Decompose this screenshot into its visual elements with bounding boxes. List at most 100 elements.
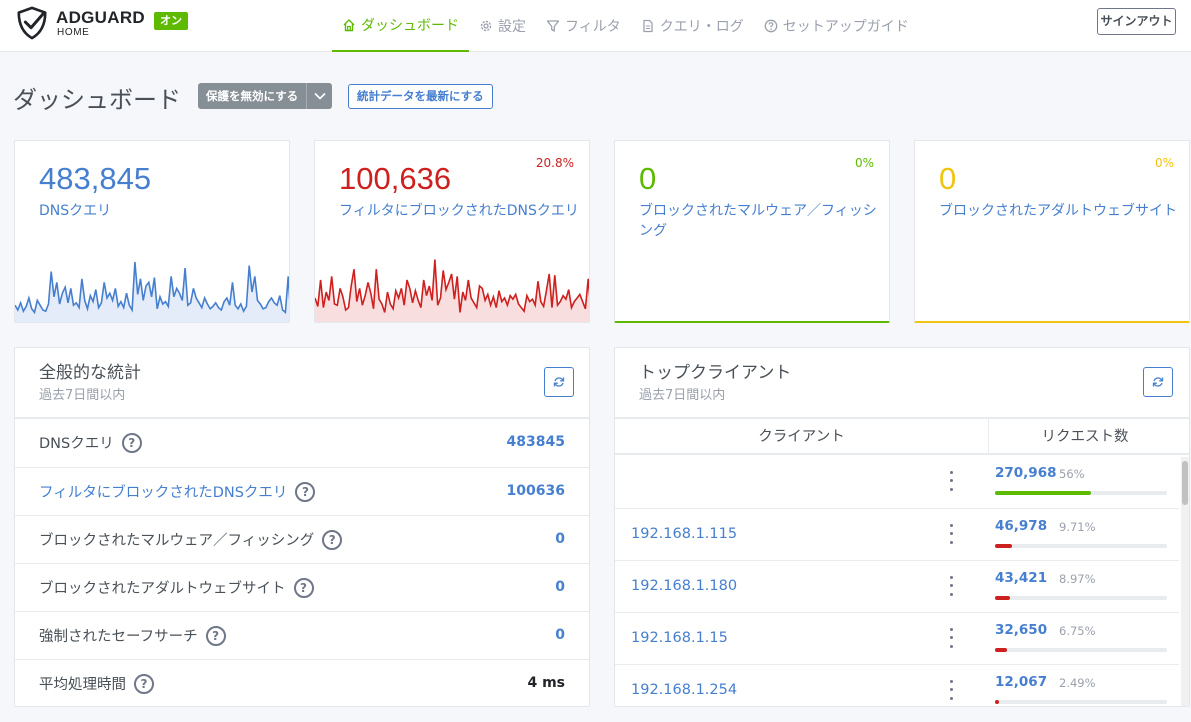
row-value[interactable]: 0 xyxy=(555,627,565,643)
panel-subtitle: 過去7日間以内 xyxy=(39,388,126,403)
row-label: DNSクエリ xyxy=(39,436,114,452)
row-label: ブロックされたマルウェア／フィッシング xyxy=(39,533,315,549)
general-stats-panel: 全般的な統計 過去7日間以内 DNSクエリ? 483845 フィルタにブロックさ… xyxy=(14,347,590,707)
nav-query-log[interactable]: クエリ・ログ xyxy=(631,0,754,52)
nav-settings-label: 設定 xyxy=(498,19,526,35)
row-menu-icon[interactable] xyxy=(947,625,955,651)
stat-label: ブロックされたマルウェア／フィッシング xyxy=(639,203,877,239)
client-row: 192.168.1.180 43,421 8.97% xyxy=(615,560,1179,612)
nav-filters-label: フィルタ xyxy=(565,19,621,35)
client-percent: 8.97% xyxy=(1059,572,1096,586)
stat-card-blocked: 20.8% 100,636 フィルタにブロックされたDNSクエリ xyxy=(314,140,590,323)
stat-value: 0 xyxy=(939,161,957,196)
help-icon[interactable]: ? xyxy=(121,432,142,453)
row-menu-icon[interactable] xyxy=(947,521,955,547)
help-icon[interactable]: ? xyxy=(295,481,316,502)
row-value: 4 ms xyxy=(527,675,565,691)
nav-setup-guide-label: セットアップガイド xyxy=(782,19,909,35)
general-row: ブロックされたマルウェア／フィッシング? 0 xyxy=(15,515,589,563)
nav-settings[interactable]: 設定 xyxy=(469,0,536,52)
stat-label: DNSクエリ xyxy=(39,203,112,219)
progress-fill xyxy=(995,491,1092,495)
scrollbar[interactable] xyxy=(1181,457,1189,706)
progress-fill xyxy=(995,648,1007,652)
nav-query-log-label: クエリ・ログ xyxy=(659,19,744,35)
protection-status-badge: オン xyxy=(154,12,188,30)
row-label: ブロックされたアダルトウェブサイト xyxy=(39,581,286,597)
refresh-clients-button[interactable] xyxy=(1143,367,1173,397)
help-icon[interactable]: ? xyxy=(293,577,314,598)
gear-icon xyxy=(480,20,492,32)
blocked-queries-sparkline xyxy=(315,259,589,322)
refresh-general-button[interactable] xyxy=(544,367,574,397)
dropdown-toggle[interactable] xyxy=(306,83,332,109)
client-count: 46,978 xyxy=(995,518,1048,534)
row-value[interactable]: 100636 xyxy=(507,483,565,499)
stat-value: 0 xyxy=(639,161,657,196)
progress-track xyxy=(995,596,1167,600)
client-ip[interactable]: 192.168.1.254 xyxy=(631,682,737,698)
row-menu-icon[interactable] xyxy=(947,468,955,494)
client-percent: 6.75% xyxy=(1059,624,1096,638)
client-percent: 9.71% xyxy=(1059,520,1096,534)
stat-label: フィルタにブロックされたDNSクエリ xyxy=(339,203,579,219)
panel-subtitle: 過去7日間以内 xyxy=(639,388,726,403)
signout-button[interactable]: サインアウト xyxy=(1097,8,1176,35)
disable-protection-label: 保護を無効にする xyxy=(206,89,299,103)
progress-fill xyxy=(995,544,1012,548)
stat-card-dns-queries: 483,845 DNSクエリ xyxy=(14,140,290,323)
top-header: ADGUARD HOME オン ダッシュボード 設定 フィルタ クエリ・ログ セ… xyxy=(0,0,1191,52)
row-menu-icon[interactable] xyxy=(947,573,955,599)
row-value[interactable]: 0 xyxy=(555,579,565,595)
row-label[interactable]: フィルタにブロックされたDNSクエリ xyxy=(39,481,287,502)
client-count: 32,650 xyxy=(995,622,1048,638)
help-icon[interactable]: ? xyxy=(205,625,226,646)
row-value[interactable]: 0 xyxy=(555,531,565,547)
refresh-icon xyxy=(1152,377,1164,387)
general-row: 強制されたセーフサーチ? 0 xyxy=(15,611,589,659)
general-row: ブロックされたアダルトウェブサイト? 0 xyxy=(15,563,589,611)
disable-protection-button[interactable]: 保護を無効にする xyxy=(198,83,333,109)
client-count: 43,421 xyxy=(995,570,1048,586)
brand-sub: HOME xyxy=(57,27,90,38)
column-requests[interactable]: リクエスト数 xyxy=(989,419,1181,455)
client-count: 270,968 xyxy=(995,465,1057,481)
client-row: 192.168.1.254 12,067 2.49% xyxy=(615,664,1179,706)
panel-title: トップクライアント xyxy=(639,363,792,383)
filter-icon xyxy=(546,20,560,32)
row-menu-icon[interactable] xyxy=(947,677,955,703)
client-percent: 2.49% xyxy=(1059,676,1096,690)
page-title: ダッシュボード xyxy=(13,86,181,114)
column-client[interactable]: クライアント xyxy=(615,419,989,455)
progress-track xyxy=(995,700,1167,704)
help-circle-icon xyxy=(764,19,778,33)
client-percent: 56% xyxy=(1059,467,1085,481)
adguard-shield-logo[interactable] xyxy=(14,6,50,40)
progress-track xyxy=(995,648,1167,652)
client-row: 192.168.1.15 32,650 6.75% xyxy=(615,612,1179,664)
stat-percent: 0% xyxy=(854,156,874,170)
nav-dashboard[interactable]: ダッシュボード xyxy=(332,0,469,52)
progress-fill xyxy=(995,596,1011,600)
row-label: 平均処理時間 xyxy=(39,677,126,693)
help-icon[interactable]: ? xyxy=(322,529,343,550)
progress-track xyxy=(995,544,1167,548)
refresh-stats-button[interactable]: 統計データを最新にする xyxy=(348,84,493,109)
progress-fill xyxy=(995,700,1000,704)
client-row: 270,968 56% xyxy=(615,456,1179,508)
client-ip[interactable]: 192.168.1.15 xyxy=(631,630,728,646)
client-ip[interactable]: 192.168.1.115 xyxy=(631,526,737,542)
nav-filters[interactable]: フィルタ xyxy=(536,0,631,52)
stat-percent: 0% xyxy=(1154,156,1174,170)
scrollbar-thumb[interactable] xyxy=(1182,461,1188,505)
nav-dashboard-label: ダッシュボード xyxy=(361,18,459,34)
help-icon[interactable]: ? xyxy=(134,673,154,694)
row-label: 強制されたセーフサーチ xyxy=(39,629,198,645)
client-ip[interactable]: 192.168.1.180 xyxy=(631,578,737,594)
row-value[interactable]: 483845 xyxy=(507,434,565,450)
stat-value: 483,845 xyxy=(39,161,152,196)
panel-title: 全般的な統計 xyxy=(39,363,141,383)
clients-table: クライアント リクエスト数 270,968 56% 192.168.1.115 … xyxy=(615,417,1189,706)
nav-setup-guide[interactable]: セットアップガイド xyxy=(754,0,919,52)
stat-value: 100,636 xyxy=(339,161,452,196)
